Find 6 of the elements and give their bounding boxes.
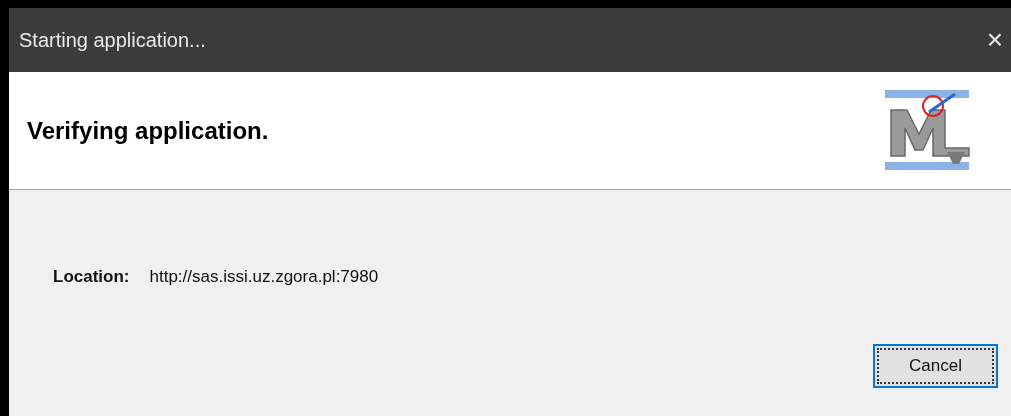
heading: Verifying application.	[27, 115, 269, 146]
location-url: http://sas.issi.uz.zgora.pl:7980	[149, 266, 379, 288]
location-label: Location:	[53, 266, 130, 288]
window-title: Starting application...	[19, 28, 206, 53]
close-button[interactable]: ×	[986, 26, 1003, 54]
cancel-button[interactable]: Cancel	[873, 344, 998, 388]
